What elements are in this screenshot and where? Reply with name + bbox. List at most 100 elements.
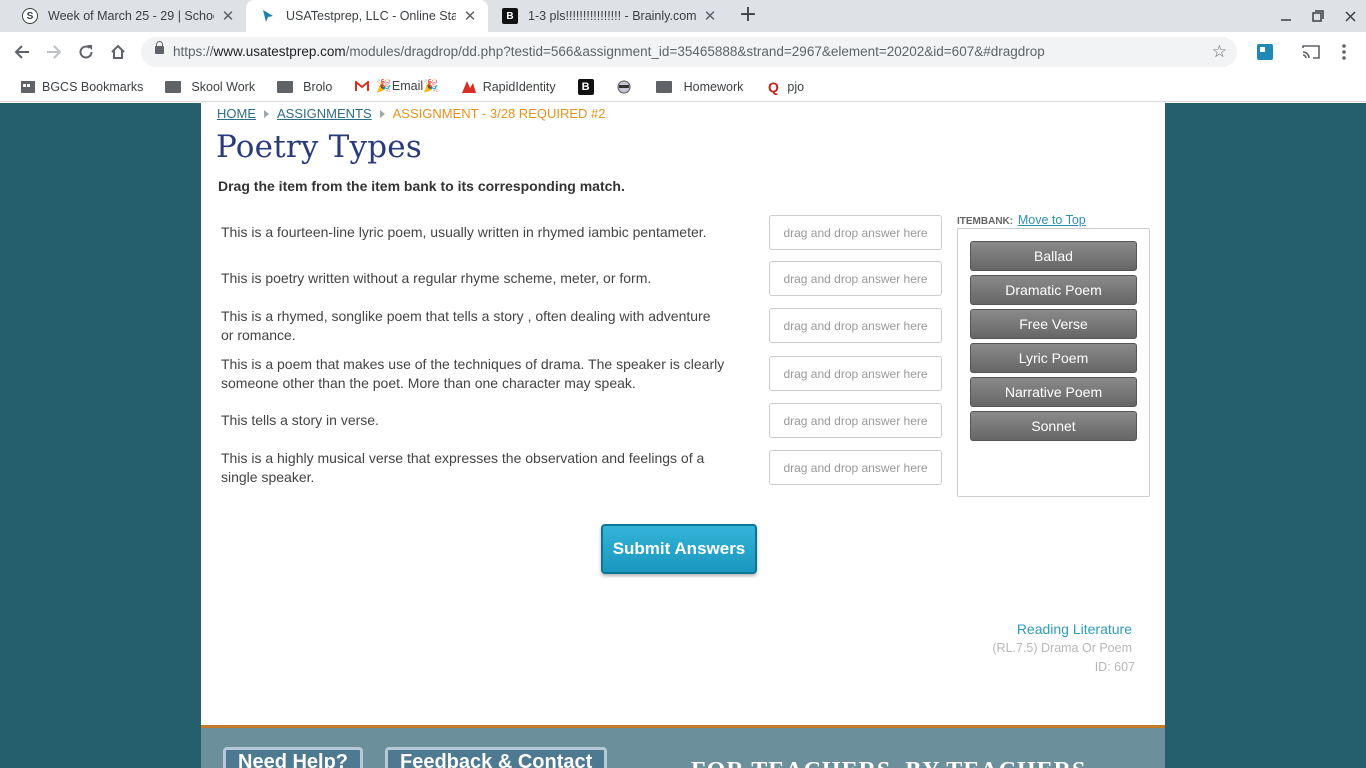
- breadcrumb: HOME ASSIGNMENTS ASSIGNMENT - 3/28 REQUI…: [217, 106, 606, 121]
- bookmark-raccoon[interactable]: [616, 79, 638, 95]
- brainly-icon: B: [577, 78, 594, 95]
- itembank-chip-sonnet[interactable]: Sonnet: [970, 411, 1137, 441]
- close-icon[interactable]: ✕: [220, 7, 236, 25]
- footer-tagline: FOR TEACHERS, BY TEACHERS: [691, 758, 1086, 768]
- tab-strip: S Week of March 25 - 29 | Schoolo ✕ USAT…: [0, 0, 1366, 32]
- url-host: www.usatestprep.com: [213, 44, 346, 59]
- bookmark-brainly[interactable]: B: [577, 78, 600, 95]
- reload-button[interactable]: [72, 38, 100, 66]
- menu-kebab-icon[interactable]: [1333, 41, 1355, 63]
- home-button[interactable]: [104, 38, 132, 66]
- tab-brainly[interactable]: B 1-3 pls!!!!!!!!!!!!!!!! - Brainly.com …: [488, 0, 728, 32]
- question-4: This is a poem that makes use of the tec…: [221, 356, 725, 391]
- breadcrumb-arrow-icon: [264, 109, 269, 118]
- bookmark-skool-work[interactable]: Skool Work: [165, 80, 255, 94]
- move-to-top-link[interactable]: Move to Top: [1018, 213, 1086, 227]
- bookmark-homework[interactable]: Homework: [655, 79, 744, 94]
- cast-icon[interactable]: [1300, 41, 1322, 63]
- url-scheme: https://: [173, 44, 214, 59]
- feedback-contact-button[interactable]: Feedback & Contact: [385, 747, 608, 768]
- itembank-chip-dramatic-poem[interactable]: Dramatic Poem: [970, 275, 1137, 305]
- meta-standard: (RL.7.5) Drama Or Poem: [992, 641, 1132, 655]
- itembank: Ballad Dramatic Poem Free Verse Lyric Po…: [957, 228, 1150, 497]
- bookmarks-bar: BGCS Bookmarks Skool Work Brolo 🎉Email🎉 …: [0, 72, 1366, 102]
- bookmarks-apps-icon: [20, 79, 36, 95]
- usatestprep-icon: [260, 8, 276, 24]
- page-title: Poetry Types: [216, 129, 422, 165]
- url-path: /modules/dragdrop/dd.php?testid=566&assi…: [345, 44, 1045, 59]
- instructions: Drag the item from the item bank to its …: [218, 178, 625, 194]
- bookmark-label: RapidIdentity: [482, 79, 556, 94]
- breadcrumb-assignments[interactable]: ASSIGNMENTS: [277, 106, 372, 121]
- folder-icon: [655, 80, 672, 93]
- main-content: HOME ASSIGNMENTS ASSIGNMENT - 3/28 REQUI…: [201, 103, 1165, 725]
- drop-zone-5[interactable]: drag and drop answer here: [769, 403, 942, 438]
- quizlet-icon: Q: [767, 78, 779, 95]
- folder-icon: [165, 80, 182, 93]
- tab-usatestprep[interactable]: USATestprep, LLC - Online State- ✕: [246, 0, 488, 32]
- tab-title: USATestprep, LLC - Online State-: [286, 9, 456, 23]
- folder-icon: [277, 80, 294, 93]
- restore-icon: [1312, 10, 1324, 22]
- close-window-button[interactable]: [1334, 0, 1366, 32]
- submit-answers-button[interactable]: Submit Answers: [601, 524, 757, 574]
- close-icon[interactable]: ✕: [462, 7, 478, 25]
- bookmark-bgcs[interactable]: BGCS Bookmarks: [20, 79, 143, 95]
- close-icon: [1344, 10, 1356, 22]
- brainly-icon: B: [502, 8, 518, 24]
- extension-icon[interactable]: [1254, 41, 1276, 63]
- new-tab-button[interactable]: +: [736, 4, 760, 28]
- forward-button[interactable]: [40, 38, 68, 66]
- meta-id: ID: 607: [1094, 660, 1135, 674]
- minimize-button[interactable]: [1270, 0, 1302, 32]
- back-button[interactable]: [8, 38, 36, 66]
- question-5: This tells a story in verse.: [221, 412, 379, 428]
- drop-zone-2[interactable]: drag and drop answer here: [769, 261, 942, 296]
- breadcrumb-arrow-icon: [379, 109, 385, 118]
- forward-arrow-icon: [47, 45, 62, 59]
- drop-zone-3[interactable]: drag and drop answer here: [769, 308, 942, 343]
- tab-schoology[interactable]: S Week of March 25 - 29 | Schoolo ✕: [8, 0, 246, 32]
- breadcrumb-home[interactable]: HOME: [217, 106, 256, 121]
- breadcrumb-current: ASSIGNMENT - 3/28 REQUIRED #2: [392, 106, 606, 121]
- drop-zone-6[interactable]: drag and drop answer here: [769, 450, 942, 485]
- minimize-icon: [1281, 19, 1291, 21]
- itembank-chip-free-verse[interactable]: Free Verse: [970, 309, 1137, 339]
- bookmark-label: Skool Work: [191, 79, 256, 94]
- need-help-button[interactable]: Need Help?: [223, 747, 364, 768]
- itembank-label-text: ITEMBANK:: [957, 216, 1014, 227]
- schoology-icon: S: [22, 8, 38, 24]
- itembank-chip-lyric-poem[interactable]: Lyric Poem: [970, 343, 1137, 373]
- question-1: This is a fourteen-line lyric poem, usua…: [221, 224, 707, 240]
- tab-title: Week of March 25 - 29 | Schoolo: [48, 9, 214, 23]
- restore-button[interactable]: [1302, 0, 1334, 32]
- back-arrow-icon: [14, 45, 29, 59]
- rapididentity-icon: [461, 79, 477, 95]
- drop-zone-4[interactable]: drag and drop answer here: [769, 356, 942, 391]
- bookmark-label: Brolo: [303, 79, 333, 94]
- bookmark-brolo[interactable]: Brolo: [277, 80, 332, 94]
- bookmark-label: BGCS Bookmarks: [42, 79, 144, 94]
- footer: Need Help? Feedback & Contact FOR TEACHE…: [201, 725, 1165, 768]
- bookmark-label: pjo: [787, 79, 805, 94]
- question-2: This is poetry written without a regular…: [221, 270, 652, 286]
- bookmark-rapididentity[interactable]: RapidIdentity: [461, 79, 556, 95]
- address-bar[interactable]: https://www.usatestprep.com/modules/drag…: [141, 37, 1237, 67]
- question-3: This is a rhymed, songlike poem that tel…: [221, 308, 711, 343]
- meta-category-link[interactable]: Reading Literature: [1017, 621, 1132, 637]
- bookmark-label: 🎉Email🎉: [376, 79, 439, 93]
- itembank-chip-ballad[interactable]: Ballad: [970, 241, 1137, 271]
- drop-zone-1[interactable]: drag and drop answer here: [769, 215, 942, 250]
- itembank-label: ITEMBANK: Move to Top: [957, 213, 1086, 227]
- bookmark-label: Homework: [683, 79, 744, 94]
- reload-icon: [79, 45, 93, 59]
- bookmark-email[interactable]: 🎉Email🎉: [354, 79, 439, 95]
- bookmark-pjo[interactable]: Q pjo: [765, 79, 804, 95]
- itembank-chip-narrative-poem[interactable]: Narrative Poem: [970, 377, 1137, 407]
- raccoon-icon: [616, 79, 632, 95]
- bookmark-star-icon[interactable]: ☆: [1212, 42, 1227, 62]
- tab-title: 1-3 pls!!!!!!!!!!!!!!!! - Brainly.com: [528, 9, 696, 23]
- home-icon: [111, 44, 125, 59]
- close-icon[interactable]: ✕: [702, 7, 718, 25]
- question-6: This is a highly musical verse that expr…: [221, 450, 705, 485]
